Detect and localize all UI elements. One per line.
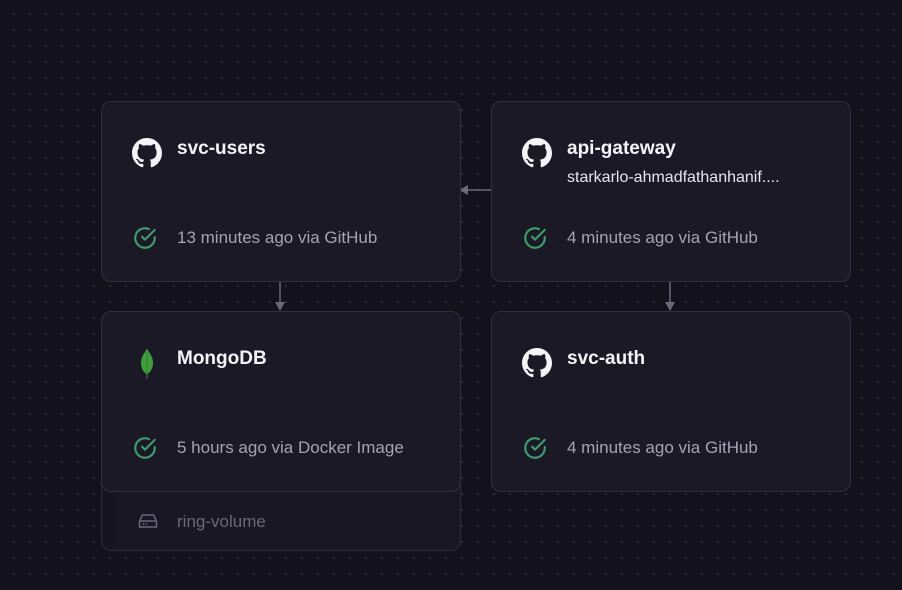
github-icon (522, 348, 552, 378)
check-circle-icon (134, 227, 156, 249)
service-card-svc-auth[interactable]: svc-auth 4 minutes ago via GitHub (491, 311, 851, 492)
arrowhead-down (665, 302, 675, 311)
check-circle-icon (524, 437, 546, 459)
service-name: MongoDB (177, 348, 267, 369)
service-card-api-gateway[interactable]: api-gateway starkarlo-ahmadfathanhanif..… (491, 101, 851, 282)
deploy-status: 4 minutes ago via GitHub (567, 228, 758, 247)
arrowhead-down (275, 302, 285, 311)
service-name: api-gateway (567, 138, 676, 159)
check-circle-icon (524, 227, 546, 249)
volume-label: ring-volume (177, 512, 266, 531)
deploy-status: 13 minutes ago via GitHub (177, 228, 378, 247)
github-icon (132, 138, 162, 168)
github-icon (522, 138, 552, 168)
deploy-status: 5 hours ago via Docker Image (177, 438, 404, 457)
check-circle-icon (134, 437, 156, 459)
mongodb-leaf-icon (141, 348, 153, 379)
service-name: svc-users (177, 138, 266, 159)
deploy-status: 4 minutes ago via GitHub (567, 438, 758, 457)
service-card-svc-users[interactable]: svc-users 13 minutes ago via GitHub (101, 101, 461, 282)
hard-drive-icon (138, 514, 158, 528)
service-domain[interactable]: starkarlo-ahmadfathanhanif.... (567, 169, 780, 187)
service-card-mongodb[interactable]: MongoDB 5 hours ago via Docker Image (101, 311, 461, 492)
service-name: svc-auth (567, 348, 646, 369)
